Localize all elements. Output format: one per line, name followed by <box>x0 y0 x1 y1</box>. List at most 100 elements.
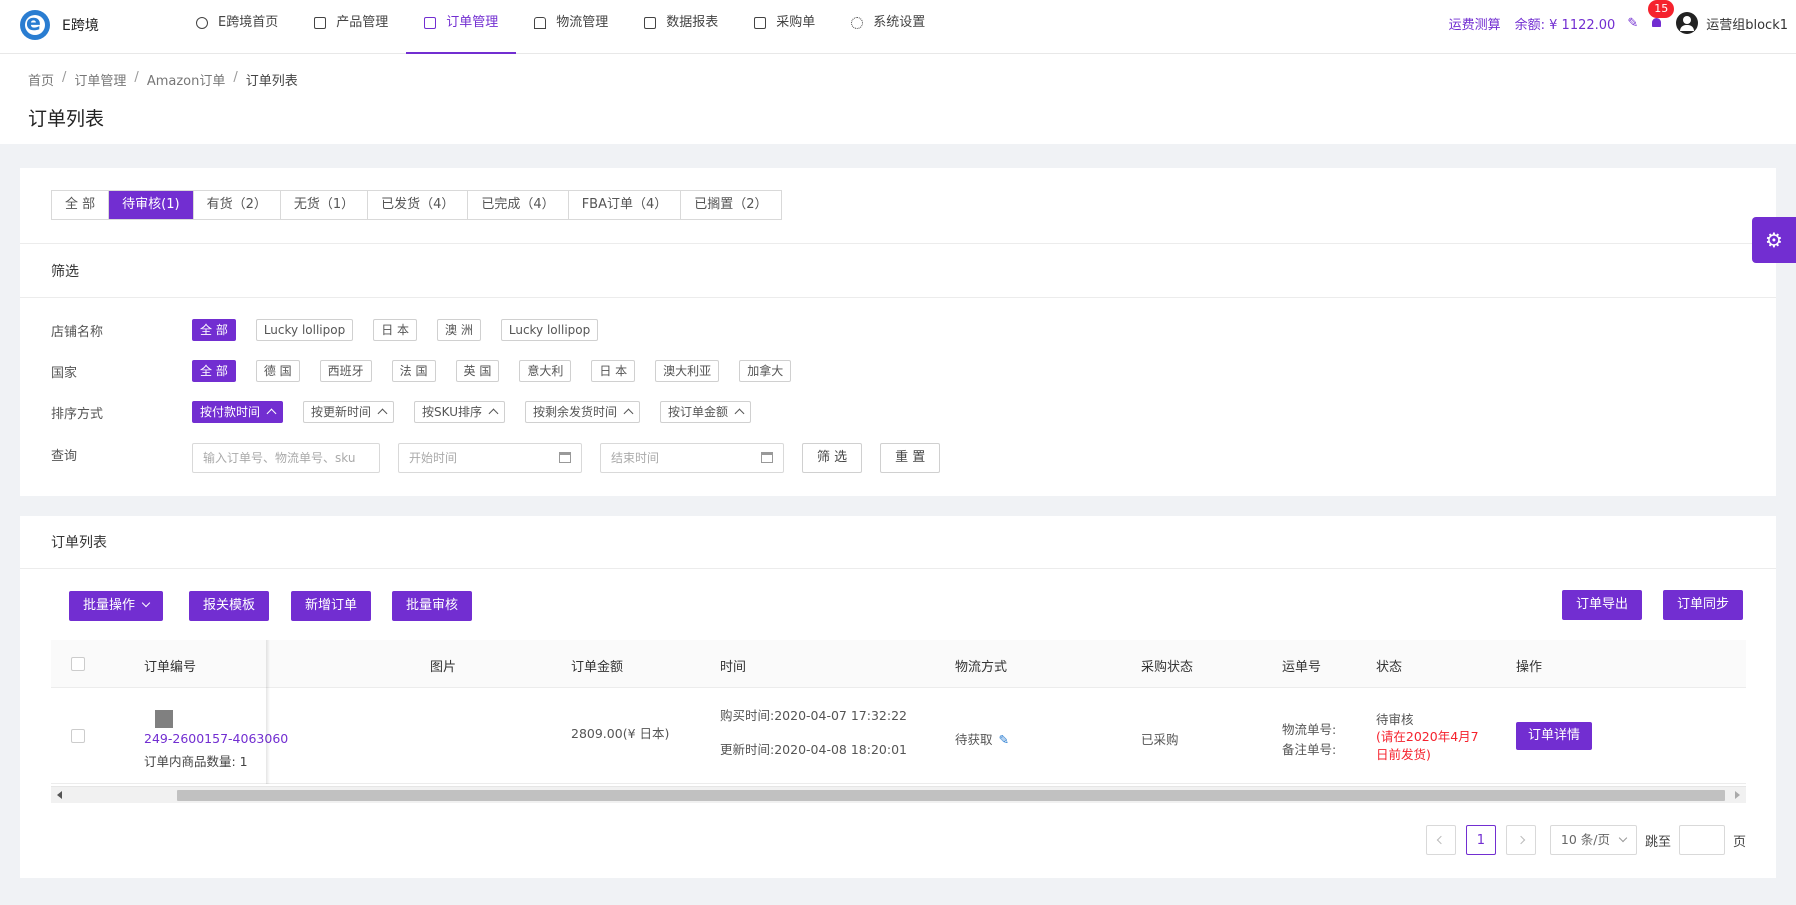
search-input[interactable]: 输入订单号、物流单号、sku <box>192 443 380 473</box>
country-option[interactable]: 加拿大 <box>739 360 792 382</box>
tab-completed[interactable]: 已完成（4） <box>468 191 569 219</box>
reset-button[interactable]: 重 置 <box>880 443 941 473</box>
tab-on-hold[interactable]: 已搁置（2） <box>681 191 780 219</box>
sort-option-label: 按付款时间 <box>200 405 261 419</box>
batch-review-button[interactable]: 批量审核 <box>392 591 473 621</box>
sort-option[interactable]: 按剩余发货时间 <box>524 401 640 423</box>
new-order-button[interactable]: 新增订单 <box>291 591 372 621</box>
breadcrumb-sep: / <box>134 70 139 85</box>
store-option[interactable]: 澳 洲 <box>437 319 481 341</box>
edit-icon[interactable]: ✎ <box>1627 16 1638 31</box>
scroll-right-icon[interactable] <box>1735 791 1740 799</box>
nav-settings[interactable]: 系统设置 <box>833 0 943 54</box>
nav-orders[interactable]: 订单管理 <box>406 0 517 54</box>
sort-option[interactable]: 按付款时间 <box>192 401 284 423</box>
avatar[interactable] <box>1676 12 1699 34</box>
customs-template-button[interactable]: 报关模板 <box>189 591 270 621</box>
col-time: 时间 <box>720 660 747 675</box>
sort-filter-row: 排序方式 按付款时间 按更新时间 按SKU排序 按剩余发货时间 按订单金额 <box>51 401 771 423</box>
gear-icon <box>851 17 864 29</box>
end-date-input[interactable]: 结束时间 <box>600 443 784 473</box>
store-option[interactable]: 全 部 <box>192 319 236 341</box>
store-option[interactable]: 日 本 <box>373 319 418 341</box>
breadcrumb-orders[interactable]: 订单管理 <box>74 70 126 89</box>
country-option[interactable]: 法 国 <box>391 360 436 382</box>
tab-pending-review[interactable]: 待审核(1) <box>109 191 194 219</box>
main-nav: E跨境首页 产品管理 订单管理 物流管理 数据报表 采购单 系统设置 <box>178 0 943 54</box>
page-size-select[interactable]: 10 条/页 <box>1549 825 1637 855</box>
product-thumbnail <box>155 710 173 728</box>
query-filter-row: 查询 输入订单号、物流单号、sku 开始时间 结束时间 筛 选 重 置 <box>51 443 958 473</box>
breadcrumb-home[interactable]: 首页 <box>28 70 54 89</box>
end-date-placeholder: 结束时间 <box>611 451 660 465</box>
country-option[interactable]: 全 部 <box>192 360 236 382</box>
row-checkbox[interactable] <box>71 729 85 743</box>
bell-icon[interactable]: 15 <box>1648 0 1675 30</box>
chevron-up-icon <box>623 408 634 419</box>
col-order-no: 订单编号 <box>144 660 197 675</box>
chevron-down-icon <box>1618 833 1628 843</box>
chevron-right-icon <box>1516 835 1526 845</box>
prev-page-button[interactable] <box>1425 825 1456 855</box>
tab-out-of-stock[interactable]: 无货（1） <box>281 191 369 219</box>
horizontal-scrollbar[interactable] <box>51 786 1746 803</box>
nav-logistics[interactable]: 物流管理 <box>516 0 626 54</box>
country-option[interactable]: 英 国 <box>455 360 500 382</box>
calendar-icon <box>559 452 571 463</box>
country-filter-row: 国家 全 部 德 国 西班牙 法 国 英 国 意大利 日 本 澳大利亚 加拿大 <box>51 360 811 382</box>
shipping-calc-link[interactable]: 运费测算 <box>1449 14 1501 33</box>
col-amount: 订单金额 <box>571 660 624 675</box>
select-all-checkbox[interactable] <box>71 657 85 671</box>
logo-icon <box>20 10 50 40</box>
fixed-column-shadow <box>266 640 270 784</box>
breadcrumb-amazon[interactable]: Amazon订单 <box>147 70 226 89</box>
order-list-card: 订单列表 批量操作 报关模板 新增订单 批量审核 订单导出 订单同步 订单编号 … <box>20 516 1776 878</box>
jump-page-input[interactable] <box>1678 825 1725 855</box>
store-option[interactable]: Lucky lollipop <box>255 319 354 341</box>
edit-icon[interactable]: ✎ <box>999 732 1009 747</box>
page-number[interactable]: 1 <box>1465 825 1496 855</box>
sort-option[interactable]: 按SKU排序 <box>414 401 505 423</box>
page-size-value: 10 条/页 <box>1560 832 1610 847</box>
breadcrumb-sep: / <box>233 70 238 85</box>
nav-products[interactable]: 产品管理 <box>296 0 406 54</box>
scroll-left-icon[interactable] <box>57 791 62 799</box>
tab-in-stock[interactable]: 有货（2） <box>194 191 281 219</box>
tab-shipped[interactable]: 已发货（4） <box>368 191 469 219</box>
sort-option-label: 按订单金额 <box>668 405 729 419</box>
scroll-thumb[interactable] <box>177 790 1725 801</box>
country-option[interactable]: 澳大利亚 <box>655 360 720 382</box>
col-actions: 操作 <box>1516 660 1543 675</box>
export-orders-button[interactable]: 订单导出 <box>1562 590 1643 620</box>
query-label: 查询 <box>51 448 78 464</box>
divider <box>20 297 1776 298</box>
tab-fba[interactable]: FBA订单（4） <box>569 191 682 219</box>
batch-ops-label: 批量操作 <box>83 598 136 613</box>
batch-ops-button[interactable]: 批量操作 <box>69 591 164 621</box>
app-logo[interactable]: E跨境 <box>20 10 99 40</box>
username[interactable]: 运营组block1 <box>1706 14 1788 33</box>
country-option[interactable]: 德 国 <box>255 360 300 382</box>
order-detail-button[interactable]: 订单详情 <box>1516 722 1593 750</box>
tab-all[interactable]: 全 部 <box>52 191 110 219</box>
settings-float-button[interactable]: ⚙ <box>1752 217 1796 263</box>
store-filter-row: 店铺名称 全 部 Lucky lollipop 日 本 澳 洲 Lucky lo… <box>51 319 618 341</box>
store-option[interactable]: Lucky lollipop <box>500 319 599 341</box>
country-option[interactable]: 日 本 <box>591 360 636 382</box>
truck-icon <box>534 17 547 29</box>
country-label: 国家 <box>51 365 78 381</box>
nav-home[interactable]: E跨境首页 <box>178 0 296 54</box>
sync-orders-button[interactable]: 订单同步 <box>1663 590 1744 620</box>
remark-label: 备注单号: <box>1282 742 1337 757</box>
sort-option[interactable]: 按订单金额 <box>660 401 752 423</box>
gear-icon: ⚙ <box>1765 228 1783 252</box>
start-date-input[interactable]: 开始时间 <box>398 443 582 473</box>
nav-purchase[interactable]: 采购单 <box>736 0 833 54</box>
sort-option[interactable]: 按更新时间 <box>303 401 395 423</box>
filter-button[interactable]: 筛 选 <box>802 443 863 473</box>
next-page-button[interactable] <box>1505 825 1536 855</box>
pagination: 1 10 条/页 跳至 页 <box>1425 825 1746 855</box>
country-option[interactable]: 意大利 <box>519 360 572 382</box>
nav-reports[interactable]: 数据报表 <box>626 0 736 54</box>
country-option[interactable]: 西班牙 <box>319 360 372 382</box>
